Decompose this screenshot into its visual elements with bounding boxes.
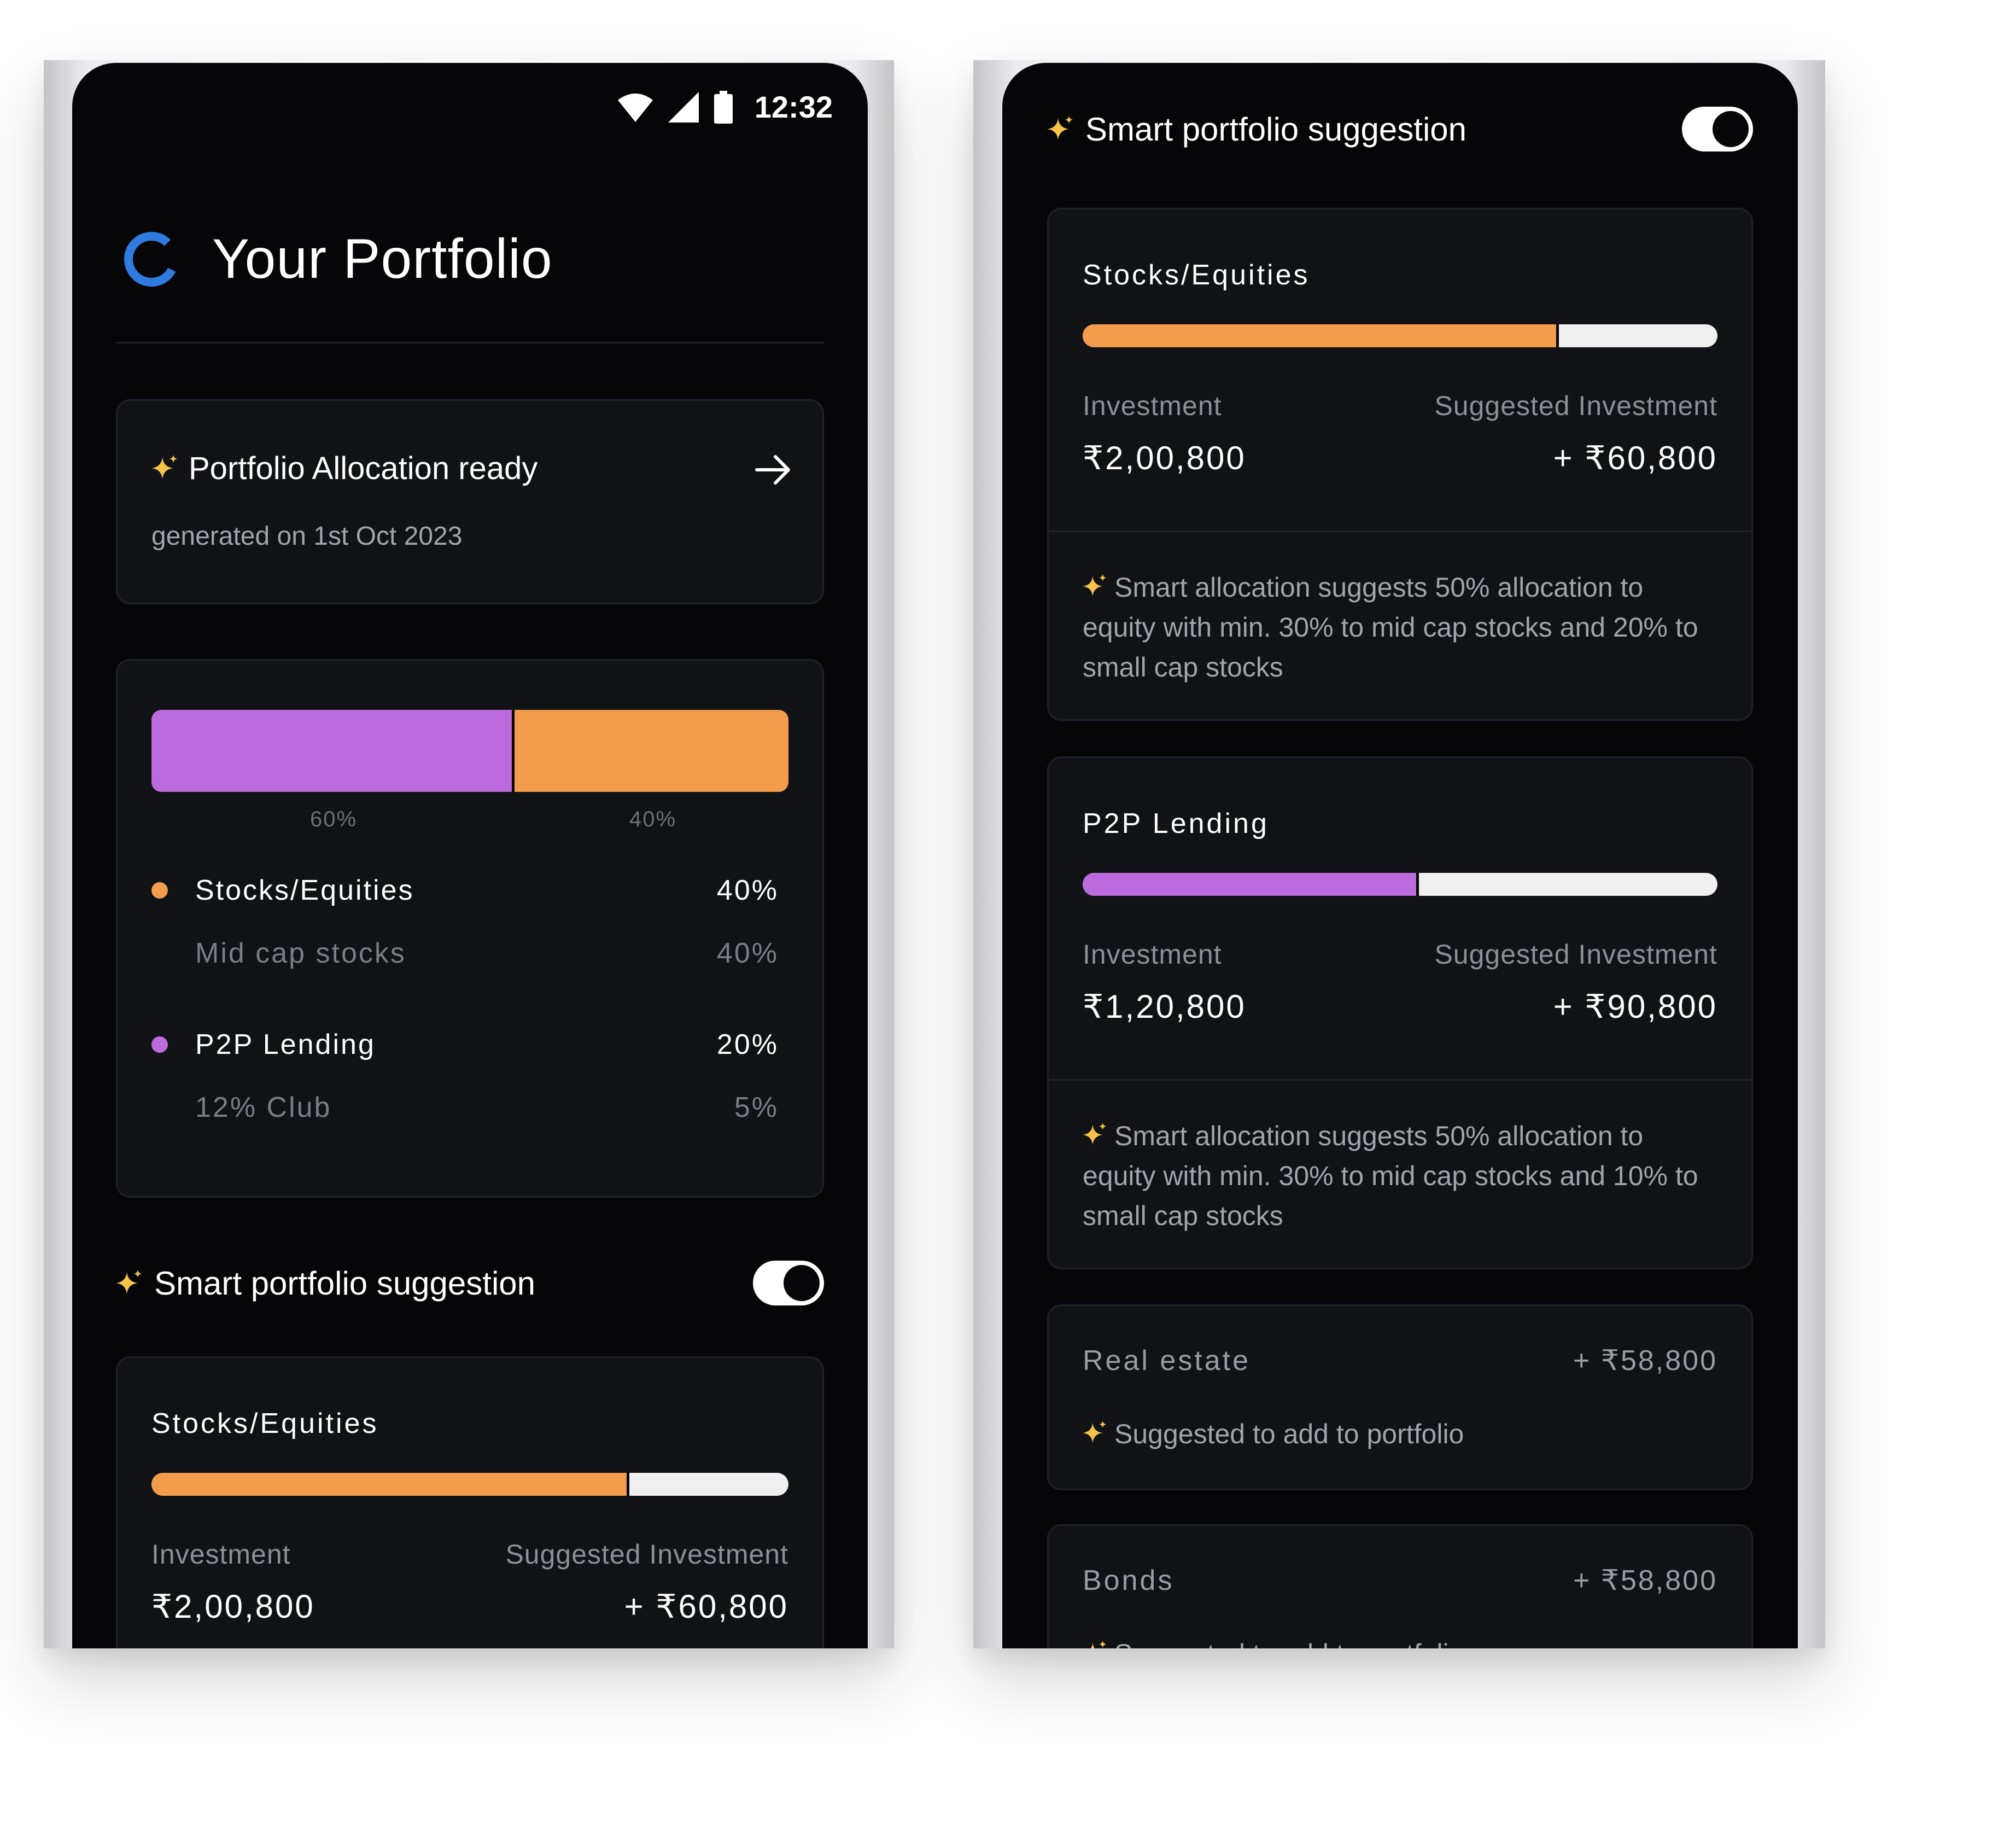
allocation-subtitle: generated on 1st Oct 2023 xyxy=(151,522,463,551)
arrow-right-icon[interactable] xyxy=(753,450,793,489)
asset-card-bonds[interactable]: Bonds + ₹58,800 Suggested to add to port… xyxy=(1047,1524,1753,1648)
asset-progress-bar xyxy=(1083,324,1717,347)
suggested-investment-value: + ₹60,800 xyxy=(624,1588,788,1625)
card-divider xyxy=(1049,1079,1751,1081)
sparkle-icon xyxy=(1090,1640,1107,1648)
toggle-knob xyxy=(1713,111,1749,147)
asset-progress-fill xyxy=(151,1473,629,1496)
investment-value: ₹2,00,800 xyxy=(151,1588,315,1625)
asset-name: Real estate xyxy=(1083,1345,1251,1377)
suggested-investment-label: Suggested Investment xyxy=(1434,939,1717,970)
allocation-bar xyxy=(151,710,788,792)
legend-item-p2p: P2P Lending 20% xyxy=(151,1028,779,1061)
asset-card-p2p: P2P Lending Investment Suggested Investm… xyxy=(1047,756,1753,1269)
suggested-investment-value: + ₹60,800 xyxy=(1553,440,1717,476)
signal-icon xyxy=(668,91,699,123)
investment-value: ₹1,20,800 xyxy=(1083,988,1246,1025)
investment-label: Investment xyxy=(1083,390,1222,421)
suggestion-note-text: Suggested to add to portfolio xyxy=(1114,1419,1464,1449)
allocation-bar-segment xyxy=(515,710,788,792)
sparkle-icon xyxy=(151,454,177,479)
status-bar: 12:32 xyxy=(617,89,833,125)
suggestion-note: Suggested to add to portfolio xyxy=(1083,1418,1464,1450)
smart-suggestion-row: Smart portfolio suggestion xyxy=(116,1261,824,1305)
asset-progress-fill xyxy=(1083,324,1559,347)
card-divider xyxy=(1049,531,1751,532)
suggested-investment-value: + ₹58,800 xyxy=(1573,1565,1717,1596)
sparkle-icon xyxy=(1047,116,1073,140)
toggle-knob xyxy=(784,1265,820,1301)
right-phone-frame: Smart portfolio suggestion Stocks/Equiti… xyxy=(973,60,1825,1648)
allocation-note: Smart allocation suggests 50% allocation… xyxy=(1083,1116,1717,1236)
smart-suggestion-toggle[interactable] xyxy=(753,1261,824,1305)
legend-item-stocks: Stocks/Equities 40% xyxy=(151,874,779,907)
legend-dot xyxy=(151,1036,168,1053)
legend-subitem-midcap: Mid cap stocks 40% xyxy=(195,937,779,969)
sparkle-icon xyxy=(116,1270,142,1294)
page-title: Your Portfolio xyxy=(212,228,553,290)
portfolio-header: Your Portfolio xyxy=(121,227,553,291)
legend-subitem-club: 12% Club 5% xyxy=(195,1092,779,1123)
smart-suggestion-toggle[interactable] xyxy=(1682,107,1753,151)
asset-card-stocks: Stocks/Equities Investment Suggested Inv… xyxy=(116,1356,824,1648)
asset-progress-fill xyxy=(1083,873,1419,896)
allocation-breakdown-card: 60% 40% Stocks/Equities 40% Mid cap stoc… xyxy=(116,659,824,1198)
suggestion-note-text: Suggested to add to portfolio xyxy=(1114,1639,1464,1648)
sparkle-icon xyxy=(1083,1122,1107,1145)
allocation-bar-label-1: 60% xyxy=(310,807,358,831)
portfolio-ring-icon xyxy=(124,231,179,287)
suggested-investment-value: + ₹58,800 xyxy=(1573,1345,1717,1377)
allocation-note-text: Smart allocation suggests 50% allocation… xyxy=(1083,1121,1698,1231)
smart-suggestion-label: Smart portfolio suggestion xyxy=(154,1264,536,1302)
suggestion-note: Suggested to add to portfolio xyxy=(1083,1638,1464,1648)
asset-name: Stocks/Equities xyxy=(1083,259,1310,291)
suggestion-screen: Smart portfolio suggestion Stocks/Equiti… xyxy=(1002,63,1798,1648)
portfolio-screen: 12:32 Your Portfolio Portfolio Allocatio… xyxy=(72,63,868,1648)
suggested-investment-label: Suggested Investment xyxy=(1434,390,1717,421)
smart-suggestion-label: Smart portfolio suggestion xyxy=(1085,110,1467,148)
asset-name: P2P Lending xyxy=(1083,808,1269,840)
suggested-investment-value: + ₹90,800 xyxy=(1553,988,1717,1025)
asset-card-real-estate[interactable]: Real estate + ₹58,800 Suggested to add t… xyxy=(1047,1304,1753,1490)
allocation-bar-label-2: 40% xyxy=(629,807,677,831)
allocation-title: Portfolio Allocation ready xyxy=(189,451,538,486)
legend-dot xyxy=(151,882,168,899)
asset-progress-bar xyxy=(151,1473,788,1496)
asset-name: Bonds xyxy=(1083,1565,1175,1596)
left-phone-frame: 12:32 Your Portfolio Portfolio Allocatio… xyxy=(44,60,894,1648)
asset-card-stocks: Stocks/Equities Investment Suggested Inv… xyxy=(1047,208,1753,721)
asset-name: Stocks/Equities xyxy=(151,1408,379,1439)
header-divider xyxy=(116,342,824,343)
wifi-icon xyxy=(617,93,653,122)
allocation-bar-segment xyxy=(151,710,515,792)
sparkle-icon xyxy=(1083,574,1107,597)
battery-icon xyxy=(714,90,733,124)
smart-suggestion-row: Smart portfolio suggestion xyxy=(1047,107,1753,151)
allocation-note: Smart allocation suggests 50% allocation… xyxy=(1083,568,1717,687)
sparkle-icon xyxy=(1083,1420,1107,1443)
status-time: 12:32 xyxy=(754,90,833,124)
suggested-investment-label: Suggested Investment xyxy=(505,1539,788,1570)
investment-label: Investment xyxy=(151,1539,291,1570)
allocation-note-text: Smart allocation suggests 50% allocation… xyxy=(1083,572,1698,683)
asset-progress-bar xyxy=(1083,873,1717,896)
investment-value: ₹2,00,800 xyxy=(1083,440,1246,476)
allocation-ready-card[interactable]: Portfolio Allocation ready generated on … xyxy=(116,399,824,604)
investment-label: Investment xyxy=(1083,939,1222,970)
